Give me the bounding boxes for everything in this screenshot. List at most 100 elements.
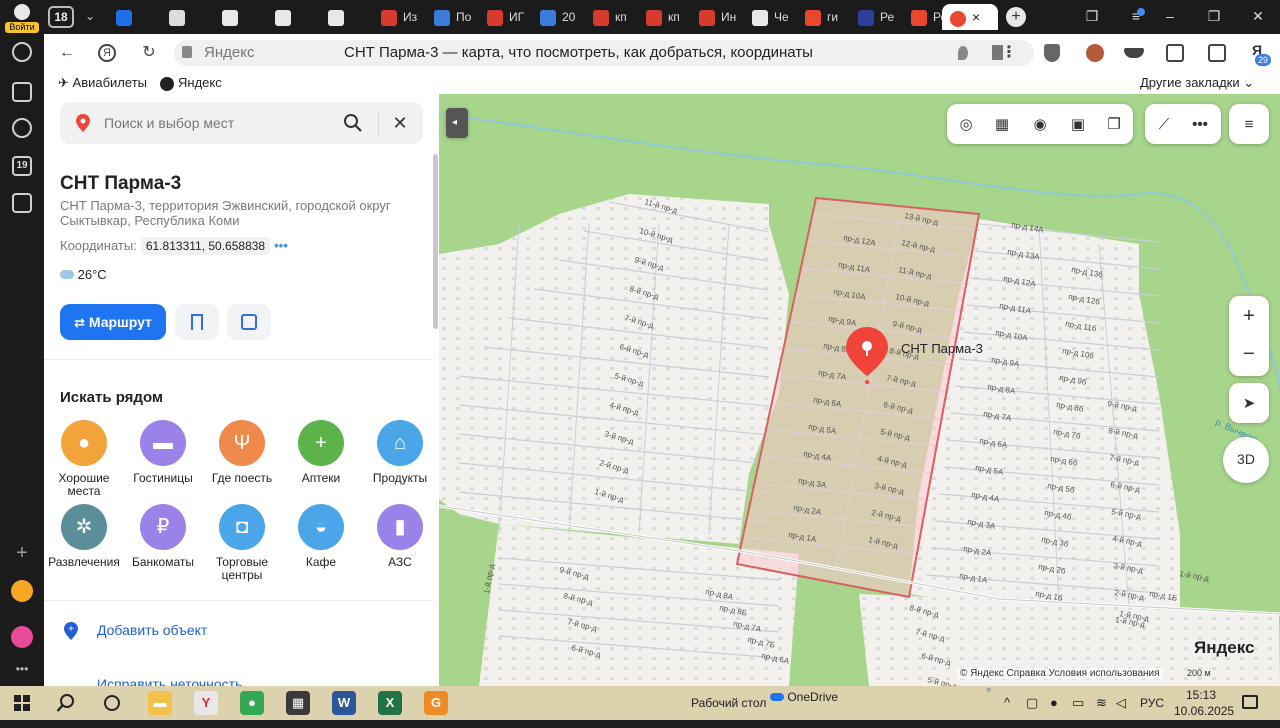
alice-icon[interactable] (11, 626, 33, 648)
windows-start-icon[interactable] (14, 695, 30, 711)
bookmark-avia[interactable]: ✈ Авиабилеты (58, 74, 147, 92)
search-input[interactable] (104, 102, 334, 144)
my-location-button[interactable]: ➤ (1229, 383, 1269, 423)
wifi-icon[interactable]: ≋ (1096, 686, 1107, 720)
fix-inaccuracy-link[interactable]: Исправить неточность (97, 676, 242, 686)
tab-1[interactable] (169, 4, 217, 30)
search-icon[interactable] (343, 113, 363, 133)
add-object-link[interactable]: Добавить объект (97, 622, 207, 638)
url-box[interactable]: Яндекс СНТ Парма-3 — карта, что посмотре… (174, 40, 1034, 66)
3d-button[interactable]: 3D (1223, 437, 1269, 483)
new-tab-button[interactable]: + (1006, 7, 1026, 27)
save-bookmark-button[interactable] (175, 304, 219, 340)
show-hidden-icons[interactable]: ^ (1004, 686, 1010, 720)
ruler-icon[interactable]: ⟋ (1153, 114, 1175, 136)
screenshot-icon[interactable] (12, 193, 32, 213)
notifications-icon[interactable] (1242, 695, 1258, 709)
nearby-category-8[interactable]: ◒ Кафе (281, 504, 361, 569)
more-icon[interactable]: ••• (13, 660, 31, 678)
bookmark-yandex[interactable]: Яндекс (160, 74, 222, 92)
panorama-icon[interactable]: ◉ (1029, 114, 1051, 136)
tab-8[interactable]: 20 (540, 4, 588, 30)
tab-0[interactable] (116, 4, 164, 30)
chevrons-up-icon[interactable]: » (986, 672, 991, 706)
tab-manager-icon[interactable]: ❐ (1084, 8, 1100, 24)
excel-icon[interactable]: X (378, 691, 402, 715)
restore-icon[interactable]: ❐ (1206, 8, 1222, 24)
nearby-category-0[interactable]: ● Хорошие места (44, 420, 124, 498)
shield-icon[interactable] (1044, 44, 1060, 62)
meet-icon[interactable]: ▢ (1026, 686, 1038, 720)
tab-13[interactable]: ги (805, 4, 853, 30)
map-canvas[interactable]: 11-й пр-д 10-й пр-д 9-й пр-д 8-й пр-д 7-й пр… (439, 94, 1280, 686)
back-icon[interactable]: ← (58, 44, 76, 62)
coordinates-value[interactable]: 61.813311, 50.658838 (140, 237, 271, 255)
onedrive-label[interactable]: OneDrive (770, 680, 838, 714)
tab-11[interactable]: Ин (699, 4, 747, 30)
language-indicator[interactable]: РУС (1140, 686, 1164, 720)
tab-12[interactable]: Че (752, 4, 800, 30)
reload-icon[interactable]: ↻ (140, 44, 158, 62)
extensions-puzzle-icon[interactable] (1166, 44, 1184, 62)
yandex-browser-icon[interactable]: Y (194, 691, 218, 715)
more-vert-icon[interactable]: ⋮ (1000, 44, 1018, 62)
extension-hat-icon[interactable] (1124, 48, 1144, 58)
history-icon[interactable] (12, 42, 32, 62)
tab-2[interactable] (222, 4, 270, 30)
location-icon[interactable] (958, 46, 968, 60)
close-window-icon[interactable]: ✕ (1250, 8, 1266, 24)
login-button[interactable]: Войти (5, 4, 39, 33)
share-button[interactable] (227, 304, 271, 340)
minimize-icon[interactable]: – (1162, 8, 1178, 24)
other-bookmarks[interactable]: Другие закладки ⌄ (1140, 74, 1254, 92)
pdf-editor-icon[interactable]: G (424, 691, 448, 715)
nearby-category-5[interactable]: ✲ Развлечения (44, 504, 124, 569)
calculator-icon[interactable]: ▦ (286, 691, 310, 715)
tab-7[interactable]: ИГ (487, 4, 535, 30)
yandex-home-icon[interactable]: Я (98, 44, 116, 62)
microphone-icon[interactable]: ● (1050, 686, 1058, 720)
collections-toolbar-icon[interactable] (1208, 44, 1226, 62)
add-panel-icon[interactable]: + (13, 543, 31, 563)
close-tab-icon[interactable]: × (972, 9, 980, 25)
tab-5[interactable]: Из (381, 4, 429, 30)
coordinates-more-icon[interactable]: ••• (274, 238, 288, 253)
nearby-category-1[interactable]: ▬ Гостиницы (123, 420, 203, 485)
battery-icon[interactable]: ▭ (1072, 686, 1084, 720)
chevron-down-icon[interactable]: ⌄ (82, 8, 98, 24)
nearby-category-4[interactable]: ⌂ Продукты (360, 420, 439, 485)
chrome-icon[interactable]: ● (240, 691, 264, 715)
transport-icon[interactable]: ▣ (1067, 114, 1089, 136)
volume-icon[interactable]: ◁ (1116, 686, 1126, 720)
extension-monster-icon[interactable] (1086, 44, 1104, 62)
tab-4[interactable] (328, 4, 376, 30)
file-explorer-icon[interactable]: ▬ (148, 691, 172, 715)
more-icon[interactable]: ••• (1189, 114, 1211, 136)
close-icon[interactable]: ✕ (390, 113, 410, 133)
nearby-category-3[interactable]: + Аптеки (281, 420, 361, 485)
calendar-icon[interactable]: 19 (12, 156, 32, 176)
tab-14[interactable]: Ре (858, 4, 906, 30)
desktop-toolbar-label[interactable]: Рабочий стол (691, 686, 766, 720)
route-button[interactable]: ⇄ Маршрут (60, 304, 166, 340)
clock-date[interactable]: 10.06.2025 (1174, 694, 1234, 728)
collections-icon[interactable] (12, 82, 32, 102)
media-play-icon[interactable] (12, 118, 32, 138)
search-icon[interactable] (56, 693, 76, 713)
tab-count-button[interactable]: 18 (48, 6, 74, 28)
nearby-category-2[interactable]: Ψ Где поесть (202, 420, 282, 485)
panel-scrollbar[interactable] (433, 154, 438, 329)
tab-10[interactable]: кп (646, 4, 694, 30)
overlay-icon[interactable]: ❐ (1103, 114, 1125, 136)
tab-active-maps[interactable]: × (942, 4, 998, 30)
tab-3[interactable] (275, 4, 323, 30)
map-type-icon[interactable]: ▦ (991, 114, 1013, 136)
nearby-category-6[interactable]: ₽ Банкоматы (123, 504, 203, 569)
tab-9[interactable]: кп (593, 4, 641, 30)
task-view-icon[interactable] (104, 695, 120, 711)
tab-6[interactable]: По (434, 4, 482, 30)
nearby-category-9[interactable]: ▮ АЗС (360, 504, 439, 569)
market-icon[interactable] (11, 580, 33, 602)
nearby-category-7[interactable]: ◘ Торговые центры (202, 504, 282, 582)
layers-icon[interactable]: ◎ (955, 114, 977, 136)
